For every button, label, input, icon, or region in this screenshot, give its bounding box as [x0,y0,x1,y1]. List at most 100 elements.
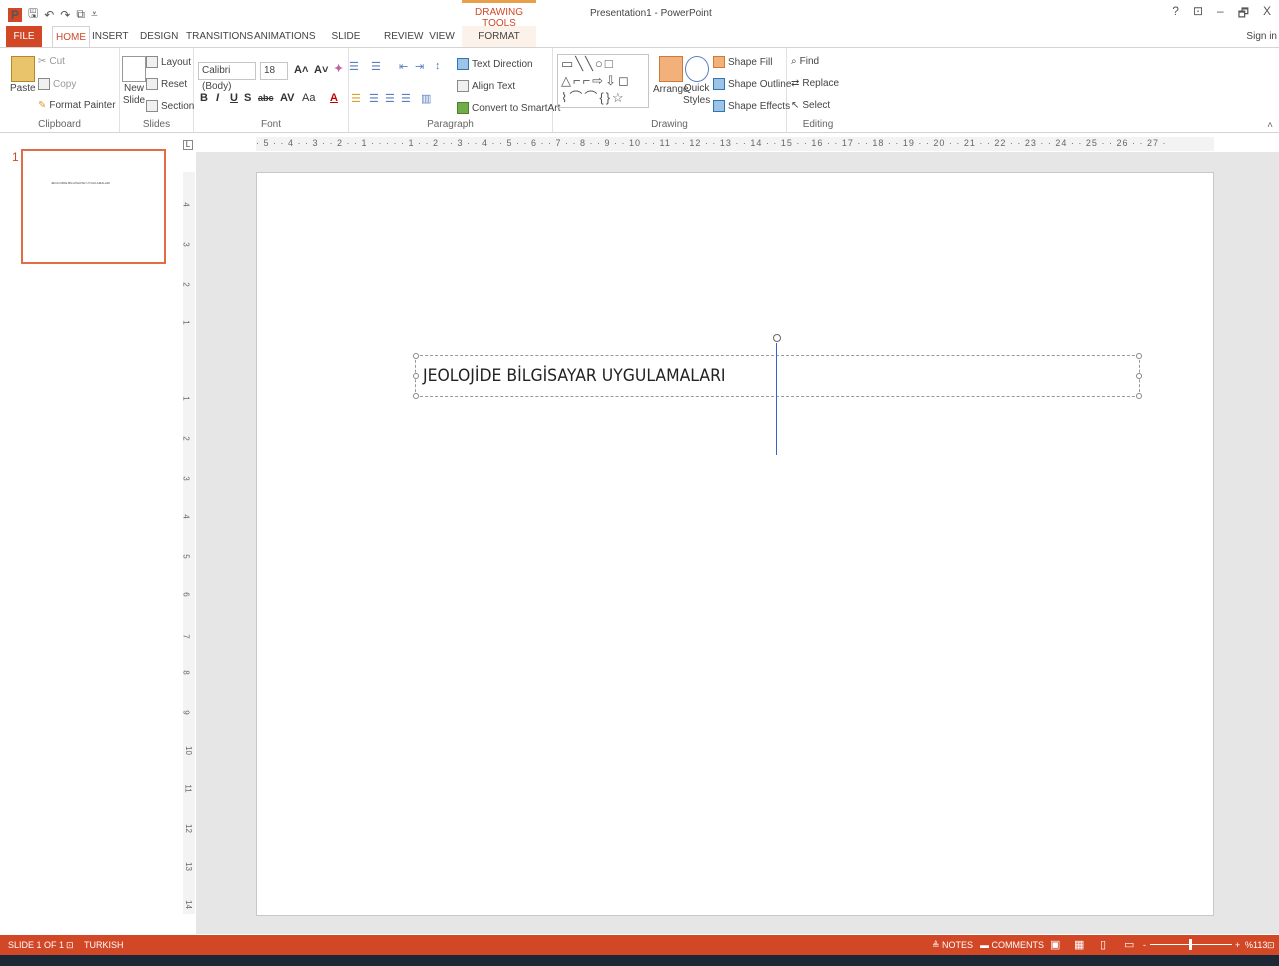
zoom-out-button[interactable]: - [1143,940,1146,950]
decrease-indent-button[interactable]: ⇤ [399,60,408,73]
zoom-slider-thumb[interactable] [1189,939,1192,950]
line-spacing-button[interactable]: ↕ [435,60,441,72]
resize-handle[interactable] [1136,393,1142,399]
fit-slide-icon[interactable]: ⊡ [1267,940,1275,951]
copy-button[interactable]: Copy [38,78,76,90]
decrease-font-size-button[interactable]: A˅ [314,64,328,76]
proofing-icon[interactable]: ⊡ [66,940,74,951]
increase-indent-button[interactable]: ⇥ [415,60,424,73]
resize-handle[interactable] [413,353,419,359]
align-right-button[interactable]: ☰ [385,92,395,105]
text-shadow-button[interactable]: S [244,92,251,104]
minimize-button[interactable]: – [1217,4,1224,25]
align-left-button[interactable]: ☰ [351,92,361,105]
columns-button[interactable]: ▥ [421,92,431,105]
shapes-gallery[interactable]: ▭╲╲○□ △⌐⌐⇨⇩◻ ⌇⌒⌒{}☆ [557,54,649,108]
horizontal-ruler[interactable]: · 5 · · 4 · · 3 · · 2 · · 1 · · · · · 1 … [256,137,1214,151]
slide-thumbnail[interactable]: JEOLOJİDE BİLGİSAYAR UYGULAMALARI [21,149,166,264]
resize-handle[interactable] [1136,353,1142,359]
notes-button[interactable]: ≜ NOTES [932,940,973,951]
underline-button[interactable]: U [230,92,238,104]
redo-icon[interactable]: ↷ [60,8,70,22]
slide-title-text[interactable]: JEOLOJİDE BİLGİSAYAR UYGULAMALARI [423,366,726,386]
zoom-in-button[interactable]: + [1235,940,1240,950]
new-slide-button[interactable]: New Slide [122,56,146,106]
align-text-button[interactable]: Align Text [457,80,515,92]
ribbon-tabs: FILE HOME INSERT DESIGN TRANSITIONS ANIM… [0,26,1279,64]
tab-view[interactable]: VIEW [428,26,456,48]
ribbon-display-options-icon[interactable]: ⊡ [1193,4,1203,25]
zoom-level[interactable]: %113 [1245,940,1267,950]
slide-count-status: SLIDE 1 OF 1 [8,940,65,950]
cut-button[interactable]: ✂ Cut [38,56,65,67]
tab-format[interactable]: FORMAT [462,26,536,48]
tab-file[interactable]: FILE [6,26,42,48]
new-slide-icon [122,56,146,82]
find-button[interactable]: ⌕ Find [791,56,819,67]
layout-button[interactable]: Layout [146,56,191,68]
italic-button[interactable]: I [216,92,219,104]
bold-button[interactable]: B [200,92,208,104]
shape-outline-button[interactable]: Shape Outline [713,78,791,90]
start-from-beginning-icon[interactable]: ⧉ [76,7,85,22]
quick-styles-button[interactable]: Quick Styles [683,56,710,106]
reading-view-icon[interactable]: ▯ [1100,938,1106,951]
resize-handle[interactable] [1136,373,1142,379]
shape-fill-button[interactable]: Shape Fill [713,56,772,68]
tab-design[interactable]: DESIGN [140,26,178,48]
slide-canvas[interactable]: JEOLOJİDE BİLGİSAYAR UYGULAMALARI [256,172,1214,916]
font-size-select[interactable]: 18 [260,62,288,80]
tab-review[interactable]: REVIEW [384,26,423,48]
justify-button[interactable]: ☰ [401,92,411,105]
shape-effects-button[interactable]: Shape Effects [713,100,790,112]
collapse-ribbon-icon[interactable]: ˄ [1267,120,1273,131]
slide-show-icon[interactable]: ▭ [1124,938,1134,951]
tab-selector-icon[interactable]: L [183,140,193,150]
tab-slide-show[interactable]: SLIDE SHOW [320,26,372,64]
reset-button[interactable]: Reset [146,78,187,90]
close-button[interactable]: X [1263,4,1271,25]
bullets-button[interactable]: ☰ [349,60,359,73]
comments-button[interactable]: ▬ COMMENTS [980,940,1044,950]
tab-insert[interactable]: INSERT [92,26,129,48]
slide-sorter-icon[interactable]: ▦ [1074,938,1084,951]
paste-button[interactable]: Paste [10,56,36,94]
change-case-button[interactable]: Aa [302,92,315,104]
slide-editing-area: JEOLOJİDE BİLGİSAYAR UYGULAMALARI [196,152,1279,934]
format-painter-button[interactable]: ✎ Format Painter [38,100,116,111]
customize-qat-icon[interactable]: ⩡ [91,7,98,22]
resize-handle[interactable] [413,373,419,379]
title-textbox[interactable]: JEOLOJİDE BİLGİSAYAR UYGULAMALARI [413,353,1142,399]
normal-view-icon[interactable]: ▣ [1050,938,1060,951]
center-button[interactable]: ☰ [369,92,379,105]
resize-handle[interactable] [413,393,419,399]
tab-animations[interactable]: ANIMATIONS [254,26,315,48]
font-family-select[interactable]: Calibri (Body) [198,62,256,92]
binoculars-icon: ⌕ [791,56,797,67]
strikethrough-button[interactable]: abc [258,93,274,103]
sign-in-link[interactable]: Sign in [1246,31,1277,42]
numbering-button[interactable]: ☰ [371,60,381,73]
help-icon[interactable]: ? [1172,4,1179,25]
language-status[interactable]: TURKISH [84,940,124,950]
text-direction-button[interactable]: Text Direction [457,58,533,70]
clipboard-group: Paste ✂ Cut Copy ✎ Format Painter Clipboar… [0,48,120,132]
undo-icon[interactable]: ↶ [44,8,54,22]
tab-home[interactable]: HOME [52,26,90,48]
font-color-button[interactable]: A [330,92,338,104]
increase-font-size-button[interactable]: A˄ [294,64,308,76]
reset-icon [146,78,158,90]
character-spacing-button[interactable]: AV [280,92,294,104]
tab-transitions[interactable]: TRANSITIONS [186,26,253,48]
replace-button[interactable]: ⇄ Replace [791,78,839,89]
convert-to-smartart-button[interactable]: Convert to SmartArt [457,102,560,114]
vertical-ruler[interactable]: 4 3 2 1 1 2 3 4 5 6 7 8 9 10 11 12 13 14 [181,172,195,914]
ruler-tick: 9 [181,710,191,715]
section-button[interactable]: Section [146,100,194,112]
restore-button[interactable]: 🗗 [1238,4,1249,25]
save-icon[interactable]: 🖫 [28,4,38,25]
rotate-handle-icon[interactable] [773,334,781,342]
arrange-icon [658,56,683,82]
clear-formatting-icon[interactable]: ✦ [334,62,343,75]
select-button[interactable]: ↖ Select [791,100,830,111]
